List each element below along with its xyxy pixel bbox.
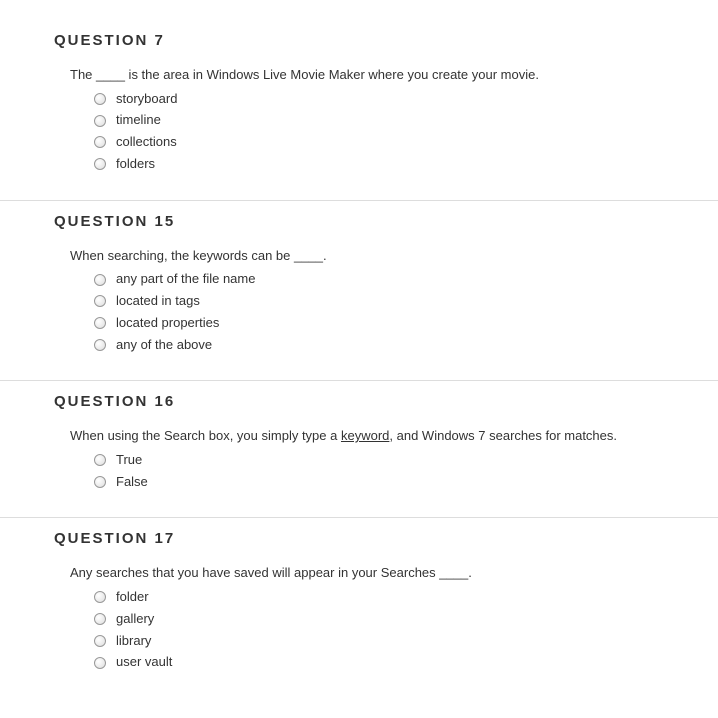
radio-icon[interactable] — [94, 317, 106, 329]
question-header: QUESTION 15 — [54, 213, 718, 230]
text-post: , and Windows 7 searches for matches. — [389, 428, 617, 443]
text-pre: When using the Search box, you simply ty… — [70, 428, 341, 443]
radio-icon[interactable] — [94, 93, 106, 105]
question-text: When using the Search box, you simply ty… — [54, 426, 718, 446]
radio-icon[interactable] — [94, 115, 106, 127]
blank: ____ — [439, 565, 468, 580]
keyword-link[interactable]: keyword — [341, 428, 389, 443]
option-row[interactable]: folder — [54, 587, 718, 608]
question-header: QUESTION 16 — [54, 393, 718, 410]
option-row[interactable]: located in tags — [54, 291, 718, 312]
question-text: When searching, the keywords can be ____… — [54, 246, 718, 266]
text-post: . — [323, 248, 327, 263]
option-row[interactable]: False — [54, 472, 718, 493]
option-label: timeline — [116, 110, 161, 131]
option-row[interactable]: any part of the file name — [54, 269, 718, 290]
blank: ____ — [96, 67, 125, 82]
option-label: gallery — [116, 609, 154, 630]
radio-icon[interactable] — [94, 613, 106, 625]
option-row[interactable]: timeline — [54, 110, 718, 131]
radio-icon[interactable] — [94, 295, 106, 307]
text-pre: When searching, the keywords can be — [70, 248, 294, 263]
option-label: folders — [116, 154, 155, 175]
question-block-17: QUESTION 17 Any searches that you have s… — [0, 518, 718, 698]
option-row[interactable]: user vault — [54, 652, 718, 673]
radio-icon[interactable] — [94, 339, 106, 351]
option-label: False — [116, 472, 148, 493]
text-pre: Any searches that you have saved will ap… — [70, 565, 439, 580]
question-header: QUESTION 17 — [54, 530, 718, 547]
option-label: any of the above — [116, 335, 212, 356]
radio-icon[interactable] — [94, 158, 106, 170]
option-row[interactable]: True — [54, 450, 718, 471]
radio-icon[interactable] — [94, 454, 106, 466]
option-row[interactable]: collections — [54, 132, 718, 153]
text-pre: The — [70, 67, 96, 82]
text-post: is the area in Windows Live Movie Maker … — [125, 67, 539, 82]
radio-icon[interactable] — [94, 136, 106, 148]
blank: ____ — [294, 248, 323, 263]
option-row[interactable]: any of the above — [54, 335, 718, 356]
radio-icon[interactable] — [94, 476, 106, 488]
radio-icon[interactable] — [94, 274, 106, 286]
option-row[interactable]: folders — [54, 154, 718, 175]
option-label: collections — [116, 132, 177, 153]
radio-icon[interactable] — [94, 591, 106, 603]
option-row[interactable]: storyboard — [54, 89, 718, 110]
question-text: The ____ is the area in Windows Live Mov… — [54, 65, 718, 85]
question-block-7: QUESTION 7 The ____ is the area in Windo… — [0, 20, 718, 200]
option-row[interactable]: located properties — [54, 313, 718, 334]
question-block-15: QUESTION 15 When searching, the keywords… — [0, 201, 718, 381]
option-label: located properties — [116, 313, 219, 334]
option-label: any part of the file name — [116, 269, 255, 290]
option-label: located in tags — [116, 291, 200, 312]
option-row[interactable]: gallery — [54, 609, 718, 630]
option-label: True — [116, 450, 142, 471]
option-label: folder — [116, 587, 149, 608]
question-header: QUESTION 7 — [54, 32, 718, 49]
option-label: storyboard — [116, 89, 177, 110]
radio-icon[interactable] — [94, 657, 106, 669]
question-text: Any searches that you have saved will ap… — [54, 563, 718, 583]
radio-icon[interactable] — [94, 635, 106, 647]
option-label: library — [116, 631, 151, 652]
option-label: user vault — [116, 652, 172, 673]
option-row[interactable]: library — [54, 631, 718, 652]
text-post: . — [468, 565, 472, 580]
question-block-16: QUESTION 16 When using the Search box, y… — [0, 381, 718, 517]
